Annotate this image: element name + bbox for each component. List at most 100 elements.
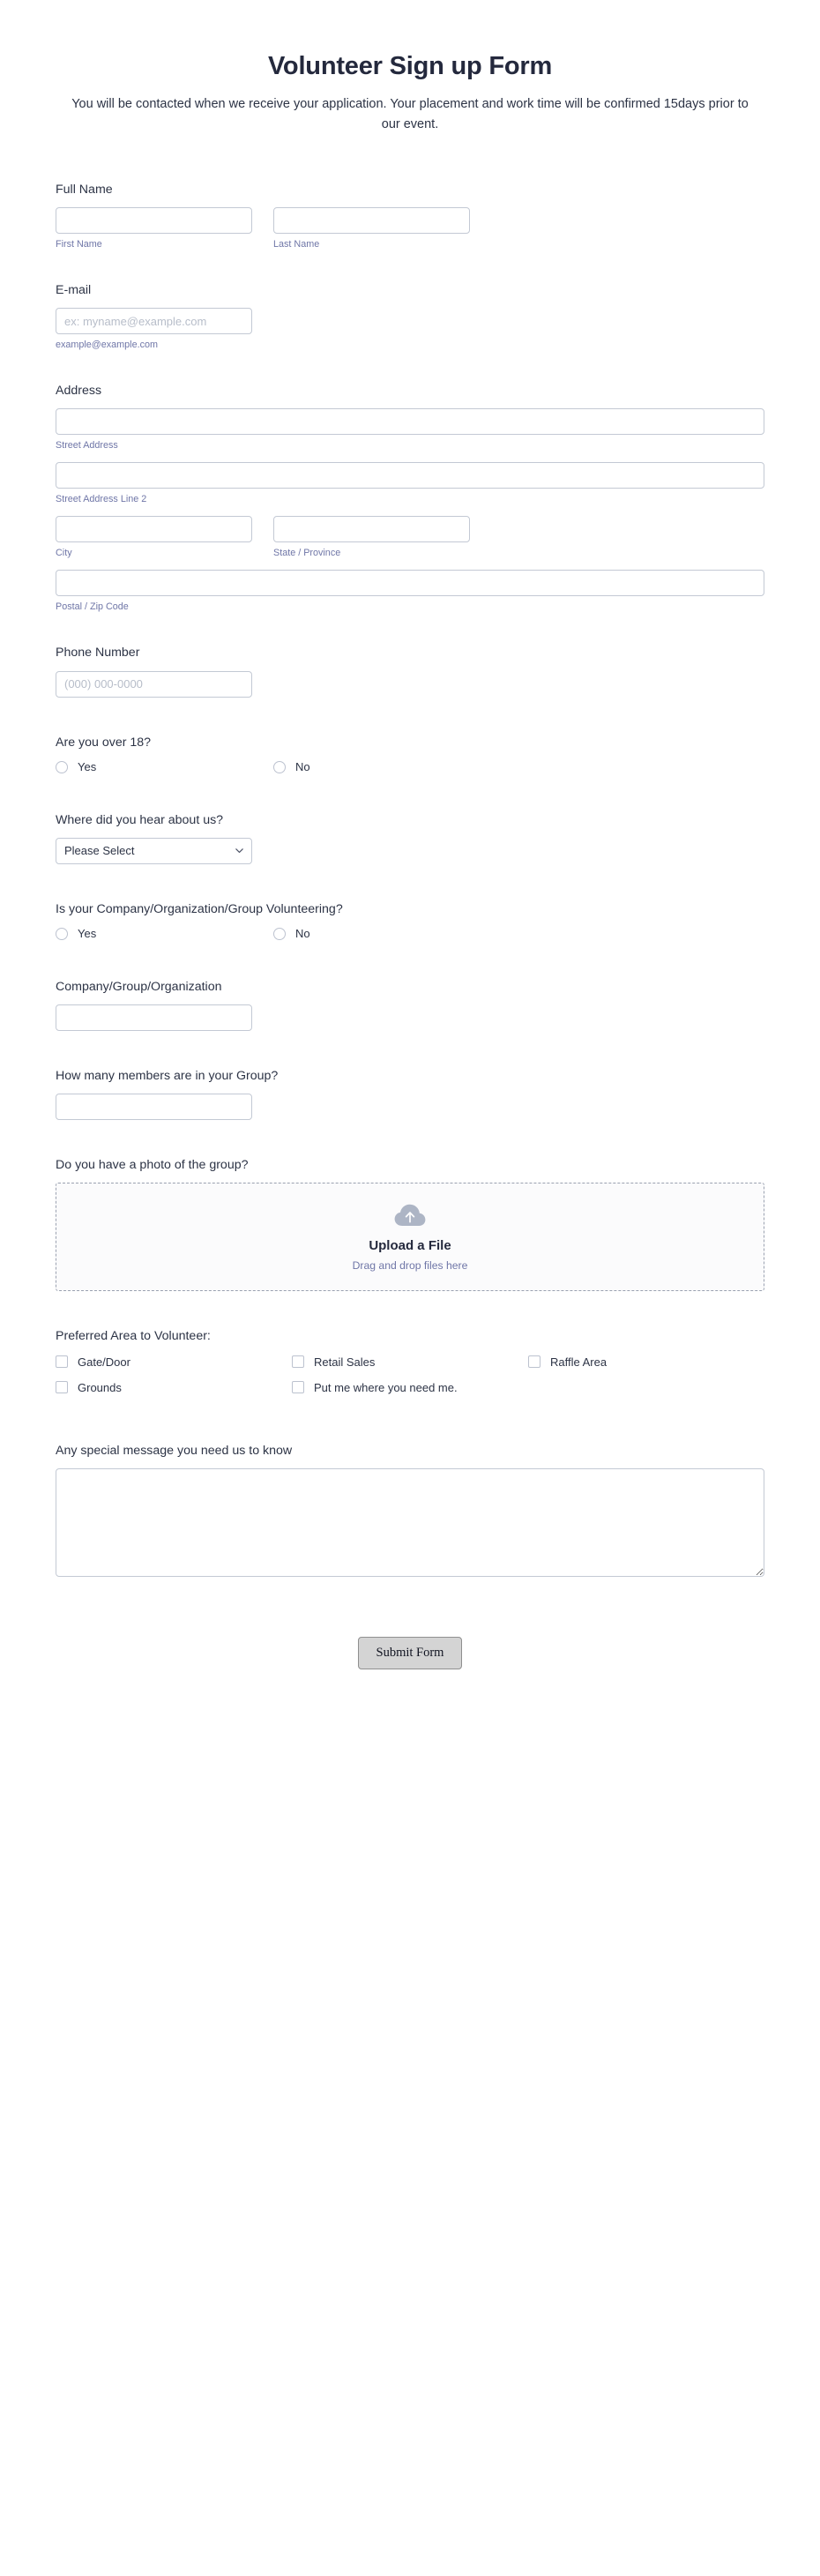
postal-col: Postal / Zip Code — [56, 570, 764, 613]
volunteer-form-page: Volunteer Sign up Form You will be conta… — [0, 0, 820, 1719]
field-group-photo: Do you have a photo of the group? Upload… — [56, 1157, 764, 1292]
state-province-sublabel: State / Province — [273, 548, 341, 559]
checkbox-item[interactable]: Put me where you need me. — [292, 1380, 528, 1396]
first-name-input[interactable] — [56, 206, 252, 234]
organization-row — [56, 1004, 764, 1032]
street-address-input[interactable] — [56, 408, 764, 436]
street-address-2-sublabel: Street Address Line 2 — [56, 494, 147, 505]
email-input[interactable] — [56, 308, 252, 335]
checkbox-icon[interactable] — [528, 1355, 540, 1368]
full-name-row: First Name Last Name — [56, 206, 764, 250]
city-state-row: City State / Province — [56, 516, 764, 559]
cloud-upload-icon — [394, 1204, 426, 1226]
radio-icon[interactable] — [273, 761, 286, 774]
radio-icon[interactable] — [56, 928, 68, 941]
over-18-option-yes-label: Yes — [78, 759, 97, 773]
field-group-volunteering: Is your Company/Organization/Group Volun… — [56, 901, 764, 942]
first-name-sublabel: First Name — [56, 238, 102, 250]
last-name-sublabel: Last Name — [273, 238, 320, 250]
last-name-input[interactable] — [273, 206, 470, 234]
city-col: City — [56, 516, 252, 559]
file-upload-dropzone[interactable]: Upload a File Drag and drop files here — [56, 1183, 764, 1292]
special-message-textarea[interactable] — [56, 1467, 764, 1577]
over-18-label: Are you over 18? — [56, 735, 152, 750]
state-col: State / Province — [273, 516, 470, 559]
over-18-option-no-label: No — [295, 759, 310, 773]
street-address-2-input[interactable] — [56, 462, 764, 489]
checkbox-item[interactable]: Raffle Area — [528, 1355, 764, 1370]
city-input[interactable] — [56, 516, 252, 543]
phone-row — [56, 670, 764, 698]
organization-input[interactable] — [56, 1004, 252, 1032]
address-label: Address — [56, 384, 102, 399]
hear-about-us-label: Where did you hear about us? — [56, 812, 224, 827]
submit-area: Submit Form — [56, 1603, 764, 1719]
checkbox-icon[interactable] — [56, 1355, 68, 1368]
checkbox-label: Grounds — [78, 1380, 122, 1394]
field-members-count: How many members are in your Group? — [56, 1068, 764, 1121]
phone-label: Phone Number — [56, 646, 140, 661]
group-volunteering-label: Is your Company/Organization/Group Volun… — [56, 901, 343, 916]
checkbox-icon[interactable] — [56, 1380, 68, 1393]
organization-col — [56, 1004, 252, 1032]
field-phone: Phone Number — [56, 645, 764, 698]
field-address: Address Street Address Street Address Li… — [56, 383, 764, 613]
over-18-option-yes[interactable]: Yes — [56, 760, 252, 775]
form-subtitle: You will be contacted when we receive yo… — [71, 96, 749, 132]
group-volunteering-option-no[interactable]: No — [273, 927, 470, 942]
checkbox-item[interactable]: Grounds — [56, 1380, 292, 1396]
first-name-col: First Name — [56, 206, 252, 250]
street-address-col: Street Address — [56, 408, 764, 452]
phone-input[interactable] — [56, 670, 252, 698]
hear-about-us-dropdown-wrap: Please Select — [56, 837, 252, 864]
over-18-radio-group: Yes No — [56, 760, 764, 775]
field-over-18: Are you over 18? Yes No — [56, 735, 764, 775]
email-label: E-mail — [56, 282, 92, 297]
checkbox-label: Retail Sales — [314, 1355, 376, 1369]
page-title: Volunteer Sign up Form — [267, 52, 553, 80]
city-sublabel: City — [56, 548, 72, 559]
group-photo-label: Do you have a photo of the group? — [56, 1158, 249, 1173]
form-body: Full Name First Name Last Name E-mail ex… — [0, 136, 820, 1719]
preferred-area-checkbox-group: Gate/Door Retail Sales Raffle Area Groun… — [56, 1355, 764, 1406]
checkbox-item[interactable]: Retail Sales — [292, 1355, 528, 1370]
email-row: example@example.com — [56, 308, 764, 351]
group-volunteering-radio-group: Yes No — [56, 927, 764, 942]
members-count-row — [56, 1094, 764, 1121]
checkbox-icon[interactable] — [292, 1355, 304, 1368]
hear-about-us-select[interactable]: Please Select — [56, 837, 252, 864]
preferred-area-label: Preferred Area to Volunteer: — [56, 1329, 211, 1344]
postal-zip-sublabel: Postal / Zip Code — [56, 601, 129, 613]
checkbox-item[interactable]: Gate/Door — [56, 1355, 292, 1370]
organization-label: Company/Group/Organization — [56, 979, 222, 994]
field-email: E-mail example@example.com — [56, 282, 764, 351]
street-address-sublabel: Street Address — [56, 440, 118, 452]
submit-form-button[interactable]: Submit Form — [358, 1636, 462, 1669]
members-count-label: How many members are in your Group? — [56, 1069, 279, 1084]
members-count-col — [56, 1094, 252, 1121]
upload-hint: Drag and drop files here — [352, 1258, 468, 1272]
state-province-input[interactable] — [273, 516, 470, 543]
group-volunteering-option-no-label: No — [295, 927, 310, 941]
radio-icon[interactable] — [56, 761, 68, 774]
over-18-option-no[interactable]: No — [273, 760, 470, 775]
postal-zip-input[interactable] — [56, 570, 764, 597]
checkbox-icon[interactable] — [292, 1380, 304, 1393]
group-volunteering-option-yes[interactable]: Yes — [56, 927, 252, 942]
street-address-2-col: Street Address Line 2 — [56, 462, 764, 505]
members-count-input[interactable] — [56, 1094, 252, 1121]
group-volunteering-option-yes-label: Yes — [78, 927, 97, 941]
checkbox-label: Raffle Area — [550, 1355, 608, 1369]
radio-icon[interactable] — [273, 928, 286, 941]
field-full-name: Full Name First Name Last Name — [56, 182, 764, 250]
field-organization: Company/Group/Organization — [56, 979, 764, 1032]
last-name-col: Last Name — [273, 206, 470, 250]
email-col: example@example.com — [56, 308, 252, 351]
field-special-message: Any special message you need us to know — [56, 1443, 764, 1577]
phone-col — [56, 670, 252, 698]
checkbox-label: Put me where you need me. — [314, 1380, 458, 1394]
checkbox-label: Gate/Door — [78, 1355, 130, 1369]
field-hear-about-us: Where did you hear about us? Please Sele… — [56, 812, 764, 864]
upload-title: Upload a File — [369, 1237, 451, 1253]
form-header: Volunteer Sign up Form You will be conta… — [0, 35, 820, 136]
